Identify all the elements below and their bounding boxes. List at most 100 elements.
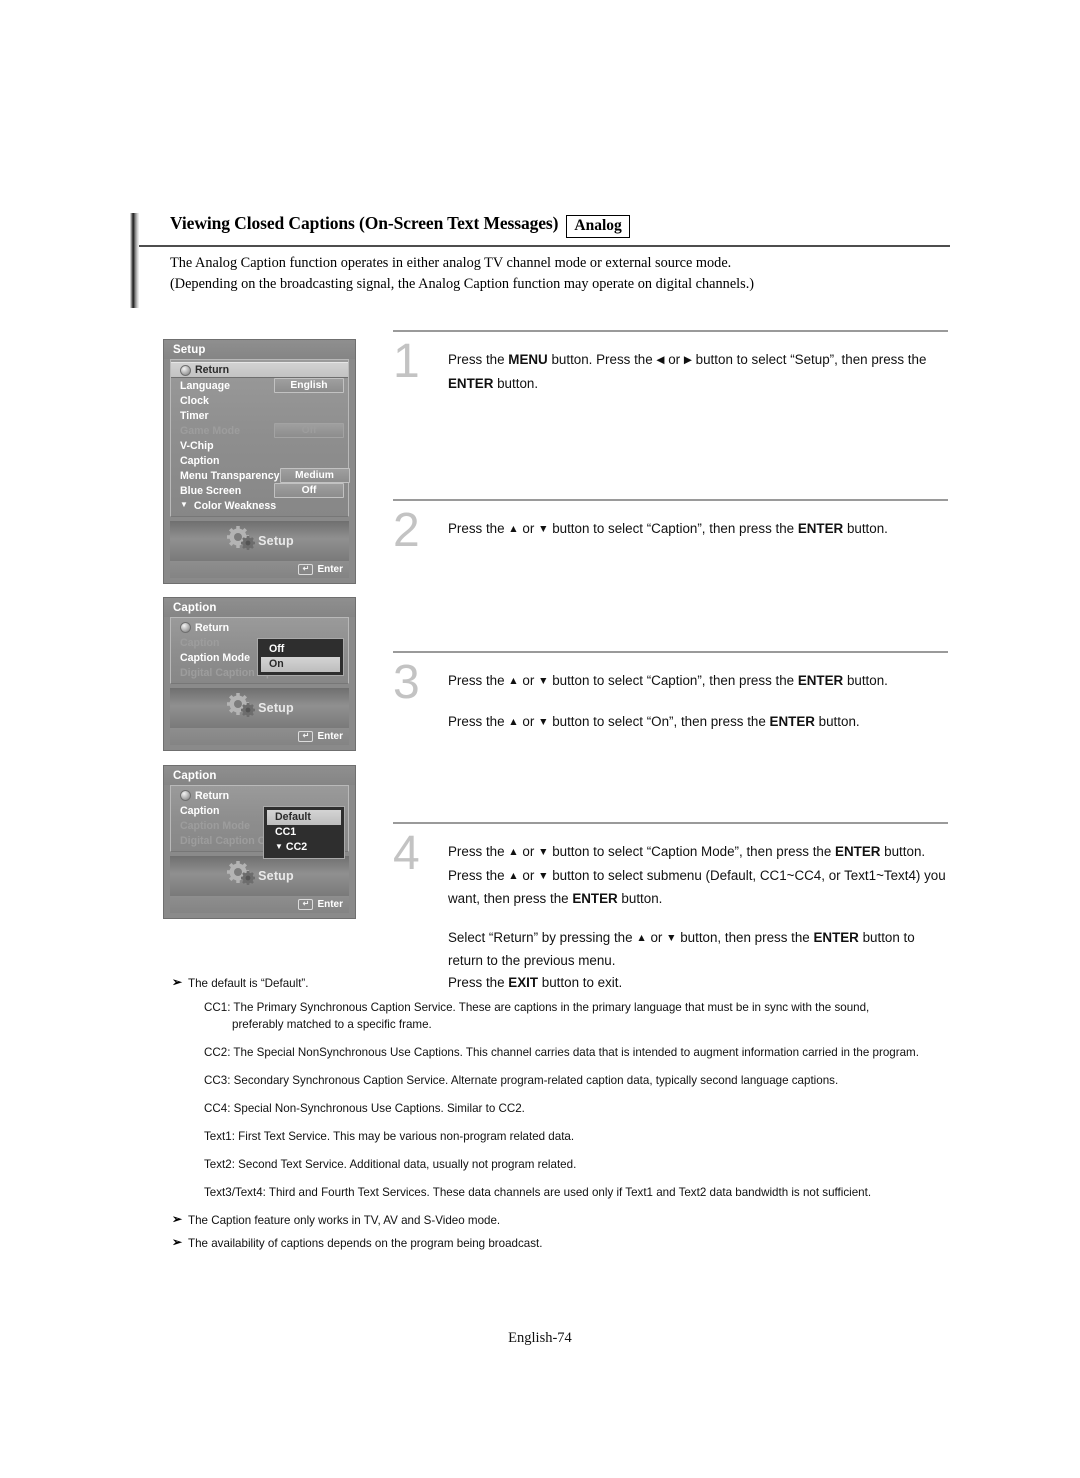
- title-row: Viewing Closed Captions (On-Screen Text …: [170, 213, 950, 238]
- osd-row-v-chip[interactable]: V-Chip: [171, 438, 348, 453]
- note-text: The default is “Default”.: [188, 977, 309, 990]
- step-text: Press the MENU button. Press the ◀ or ▶ …: [448, 349, 948, 394]
- osd-row-label: Caption: [180, 636, 220, 649]
- step-line: Press the MENU button. Press the ◀ or ▶ …: [448, 352, 927, 391]
- osd-row-label: Timer: [180, 409, 209, 422]
- step-3: 3 Press the ▲ or ▼ button to select “Cap…: [393, 651, 948, 822]
- osd-row-caption[interactable]: Caption: [171, 453, 348, 468]
- osd-row-game-mode: Game Mode Off: [171, 423, 348, 438]
- osd-dropdown-caption-mode: Default CC1 ▼ CC2: [263, 806, 345, 859]
- dropdown-option-label: CC2: [285, 841, 308, 853]
- osd-dropdown-caption: Off On: [257, 638, 344, 676]
- definition-text: : The Primary Synchronous Caption Servic…: [227, 1001, 870, 1014]
- note-availability: ➢ The availability of captions depends o…: [172, 1235, 952, 1252]
- osd-row-value[interactable]: Off: [274, 483, 344, 498]
- osd-row-label: Menu Transparency: [180, 469, 280, 482]
- gear-icon: [225, 691, 256, 726]
- osd-row-label: Language: [180, 379, 231, 392]
- bullet-icon: ➢: [172, 1212, 183, 1226]
- osd-row-value[interactable]: English: [274, 378, 344, 393]
- enter-key-icon: ↵: [298, 564, 314, 575]
- page-title: Viewing Closed Captions (On-Screen Text …: [170, 213, 559, 233]
- definition-text: : Third and Fourth Text Services. These …: [262, 1186, 872, 1199]
- definition-term: CC2: [204, 1046, 228, 1059]
- osd-row-label: Return: [195, 789, 230, 802]
- definition-text: : The Special NonSynchronous Use Caption…: [227, 1046, 919, 1059]
- intro-line-1: The Analog Caption function operates in …: [170, 255, 732, 271]
- osd-brand-bar: Setup: [170, 856, 349, 896]
- dropdown-option-on[interactable]: On: [261, 657, 340, 672]
- definition-text: : Second Text Service. Additional data, …: [231, 1158, 577, 1171]
- dropdown-option-cc2[interactable]: ▼ CC2: [267, 840, 341, 855]
- step-1: 1 Press the MENU button. Press the ◀ or …: [393, 330, 948, 499]
- osd-row-list: Return Caption Caption Mode Digital Capt…: [170, 617, 349, 684]
- osd-row-color-weakness[interactable]: ▼ Color Weakness: [171, 498, 348, 513]
- title-divider: [139, 245, 950, 247]
- step-number: 4: [393, 827, 420, 880]
- osd-enter-label: Enter: [317, 731, 343, 742]
- osd-enter-hint: ↵ Enter: [170, 561, 349, 578]
- definition-text3-text4: Text3/Text4: Third and Fourth Text Servi…: [204, 1184, 952, 1201]
- osd-row-value: Off: [274, 423, 344, 438]
- definition-cc1: CC1: The Primary Synchronous Caption Ser…: [204, 999, 952, 1033]
- definition-term: Text3/Text4: [204, 1186, 263, 1199]
- osd-row-menu-transparency[interactable]: Menu Transparency Medium: [171, 468, 350, 483]
- osd-row-list: Return Language English Clock Timer Game…: [170, 359, 350, 517]
- osd-row-label: Clock: [180, 394, 209, 407]
- return-icon: [180, 622, 191, 633]
- osd-row-label: Game Mode: [180, 424, 241, 437]
- osd-row-clock[interactable]: Clock: [171, 393, 348, 408]
- osd-brand-label: Setup: [258, 534, 294, 548]
- header-accent-bar: [130, 213, 139, 308]
- note-text: The availability of captions depends on …: [188, 1237, 543, 1250]
- osd-brand-label: Setup: [258, 701, 294, 715]
- intro-text: The Analog Caption function operates in …: [170, 253, 960, 295]
- step-line: Press the ▲ or ▼ button to select “Capti…: [448, 521, 888, 536]
- step-line: Press the ▲ or ▼ button to select submen…: [448, 867, 946, 907]
- osd-enter-label: Enter: [317, 899, 343, 910]
- note-default: ➢ The default is “Default”.: [172, 975, 952, 992]
- definition-cc3: CC3: Secondary Synchronous Caption Servi…: [204, 1072, 952, 1089]
- osd-row-label: Caption Mode: [180, 819, 251, 832]
- step-text: Press the ▲ or ▼ button to select “Capti…: [448, 841, 948, 993]
- osd-title: Setup: [164, 340, 355, 359]
- osd-row-return[interactable]: Return: [171, 788, 348, 803]
- chevron-down-icon: ▼: [180, 499, 188, 509]
- step-2: 2 Press the ▲ or ▼ button to select “Cap…: [393, 499, 948, 651]
- dropdown-option-off[interactable]: Off: [261, 642, 340, 657]
- definition-text: : Special Non-Synchronous Use Captions. …: [227, 1102, 525, 1115]
- osd-row-label: Caption: [180, 454, 220, 467]
- definition-term: Text2: [204, 1158, 232, 1171]
- osd-enter-hint: ↵ Enter: [170, 896, 349, 913]
- dropdown-option-cc1[interactable]: CC1: [267, 825, 341, 840]
- osd-row-label: Blue Screen: [180, 484, 242, 497]
- osd-row-return[interactable]: Return: [171, 362, 348, 378]
- definition-cont: preferably matched to a specific frame.: [232, 1018, 432, 1031]
- definition-term: CC3: [204, 1074, 228, 1087]
- dropdown-option-default[interactable]: Default: [267, 810, 341, 825]
- step-number: 1: [393, 335, 420, 388]
- definition-term: CC1: [204, 1001, 228, 1014]
- osd-row-label: Return: [195, 364, 230, 376]
- osd-caption-menu-mode: Caption Return Caption Caption Mode Digi…: [163, 765, 356, 919]
- return-icon: [180, 364, 191, 376]
- step-text: Press the ▲ or ▼ button to select “Capti…: [448, 670, 948, 734]
- step-number: 2: [393, 504, 420, 557]
- osd-brand-label: Setup: [258, 869, 294, 883]
- steps-list: 1 Press the MENU button. Press the ◀ or …: [393, 330, 948, 1026]
- osd-row-timer[interactable]: Timer: [171, 408, 348, 423]
- osd-row-language[interactable]: Language English: [171, 378, 348, 393]
- gear-icon: [225, 859, 256, 894]
- osd-brand-bar: Setup: [170, 521, 349, 561]
- osd-row-value[interactable]: Medium: [279, 468, 350, 483]
- definition-text: : Secondary Synchronous Caption Service.…: [227, 1074, 839, 1087]
- return-icon: [180, 790, 191, 801]
- gear-icon: [225, 524, 256, 559]
- osd-caption-menu-on: Caption Return Caption Caption Mode Digi…: [163, 597, 356, 751]
- osd-row-label: Caption: [180, 804, 220, 817]
- step-number: 3: [393, 656, 420, 709]
- bullet-icon: ➢: [172, 975, 183, 989]
- osd-row-return[interactable]: Return: [171, 620, 348, 635]
- definition-text2: Text2: Second Text Service. Additional d…: [204, 1156, 952, 1173]
- osd-row-blue-screen[interactable]: Blue Screen Off: [171, 483, 348, 498]
